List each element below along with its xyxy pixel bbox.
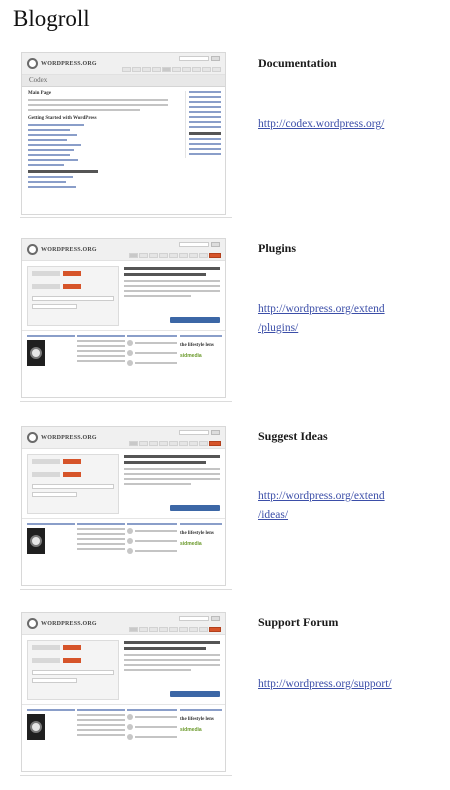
entry-separator [20, 217, 232, 218]
page-title: Blogroll [13, 6, 90, 31]
wordpress-logo-icon [27, 244, 38, 255]
thumb-header: WORDPRESS.ORG [22, 53, 225, 75]
entry-separator [20, 775, 232, 776]
thumbnail-link-support-forum[interactable]: WORDPRESS.ORG the lifestyle lens sidmedi… [21, 612, 226, 772]
entry-url-line: http://codex.wordpress.org/ [258, 118, 385, 130]
extend-screenshot: WORDPRESS.ORG the lifestyle lens sidmedi… [21, 426, 226, 586]
book-cover-icon [30, 535, 42, 547]
entry-url-line: http://wordpress.org/extend [258, 303, 385, 315]
entry-url-link[interactable]: http://codex.wordpress.org/ [258, 115, 438, 134]
entry-title: Documentation [258, 56, 337, 70]
entry-url-link[interactable]: http://wordpress.org/support/ [258, 675, 438, 694]
thumb-logo-a: the lifestyle lens [180, 531, 214, 536]
thumb-logo-a: the lifestyle lens [180, 717, 214, 722]
thumb-logo-a: the lifestyle lens [180, 343, 214, 348]
book-cover-icon [30, 721, 42, 733]
entry-url-line: http://wordpress.org/extend [258, 490, 385, 502]
thumb-subheading: Getting Started with WordPress [28, 116, 97, 121]
thumb-band-text: Codex [29, 76, 48, 84]
entry-url-link[interactable]: http://wordpress.org/extend /plugins/ [258, 300, 438, 338]
entry-separator [20, 401, 232, 402]
thumb-logo-b: sidmedia [180, 541, 202, 547]
wordpress-logo-icon [27, 432, 38, 443]
entry-url-link[interactable]: http://wordpress.org/extend /ideas/ [258, 487, 438, 525]
thumb-logo-text: WORDPRESS.ORG [41, 434, 97, 441]
thumb-logo-b: sidmedia [180, 353, 202, 359]
wordpress-logo-icon [27, 58, 38, 69]
extend-screenshot: WORDPRESS.ORG the lifestyle lens sidmedi… [21, 238, 226, 398]
thumb-logo-text: WORDPRESS.ORG [41, 620, 97, 627]
extend-screenshot: WORDPRESS.ORG the lifestyle lens sidmedi… [21, 612, 226, 772]
entry-title: Suggest Ideas [258, 429, 328, 443]
thumb-logo-text: WORDPRESS.ORG [41, 60, 97, 67]
entry-url-line: /ideas/ [258, 509, 289, 521]
codex-screenshot: WORDPRESS.ORG Codex Main Page Getting St… [21, 52, 226, 215]
thumbnail-link-plugins[interactable]: WORDPRESS.ORG the lifestyle lens sidmedi… [21, 238, 226, 398]
thumb-logo-text: WORDPRESS.ORG [41, 246, 97, 253]
thumbnail-link-documentation[interactable]: WORDPRESS.ORG Codex Main Page Getting St… [21, 52, 226, 215]
thumb-heading: Main Page [28, 91, 51, 96]
entry-url-line: http://wordpress.org/support/ [258, 678, 392, 690]
thumbnail-link-suggest-ideas[interactable]: WORDPRESS.ORG the lifestyle lens sidmedi… [21, 426, 226, 586]
entry-title: Plugins [258, 241, 297, 255]
entry-url-line: /plugins/ [258, 322, 299, 334]
entry-separator [20, 589, 232, 590]
entry-title: Support Forum [258, 615, 339, 629]
wordpress-logo-icon [27, 618, 38, 629]
thumb-logo-b: sidmedia [180, 727, 202, 733]
book-cover-icon [30, 347, 42, 359]
